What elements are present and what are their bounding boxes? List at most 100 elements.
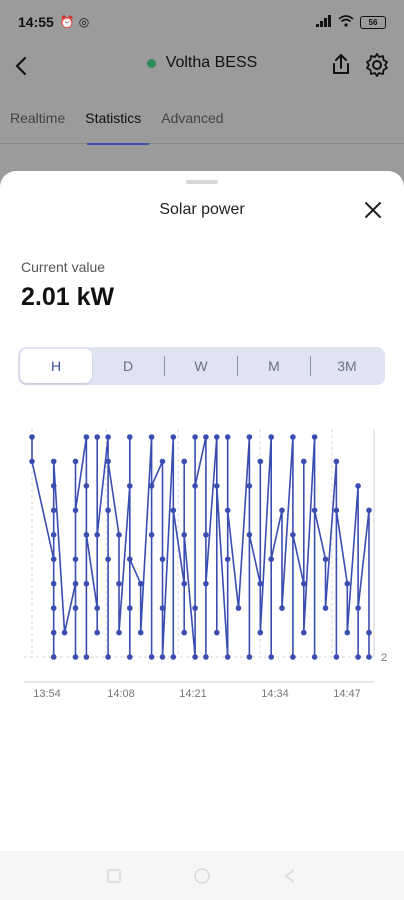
x-tick-label: 14:08 <box>107 688 135 700</box>
data-point <box>137 580 144 587</box>
range-option-h[interactable]: H <box>20 349 92 383</box>
data-point <box>246 654 253 660</box>
home-button[interactable] <box>192 866 212 886</box>
bottom-sheet: Solar power Current value 2.01 kW H D W … <box>0 171 404 851</box>
viber-icon: ◎ <box>78 15 90 29</box>
data-point <box>290 654 296 660</box>
data-point <box>355 483 361 489</box>
data-point <box>159 458 166 465</box>
data-point <box>192 654 198 660</box>
data-point <box>235 605 242 611</box>
data-point <box>83 434 90 440</box>
series-line <box>31 436 370 658</box>
sheet-drag-handle[interactable] <box>186 180 218 184</box>
data-point <box>311 654 318 660</box>
x-tick-label: 13:54 <box>33 688 61 700</box>
online-status-dot <box>146 58 156 68</box>
data-point <box>159 605 166 611</box>
settings-button[interactable] <box>364 52 390 78</box>
data-point <box>203 580 209 587</box>
data-point <box>214 434 220 440</box>
data-point <box>72 605 79 611</box>
data-point <box>170 507 177 514</box>
data-point <box>181 629 187 636</box>
data-point <box>83 532 90 538</box>
range-option-m[interactable]: M <box>238 349 310 383</box>
back-nav-button[interactable] <box>280 866 300 886</box>
data-point <box>192 605 198 611</box>
tab-statistics[interactable]: Statistics <box>75 98 151 145</box>
tab-realtime[interactable]: Realtime <box>0 98 75 144</box>
data-point <box>224 654 231 660</box>
data-point <box>72 556 79 562</box>
share-icon <box>333 54 349 74</box>
data-point <box>290 532 296 538</box>
share-button[interactable] <box>328 52 354 78</box>
data-point <box>214 629 220 636</box>
data-point <box>50 483 57 489</box>
data-point <box>72 458 79 465</box>
data-point <box>279 605 285 611</box>
data-point <box>268 654 274 660</box>
data-point <box>94 605 100 611</box>
range-option-d[interactable]: D <box>92 349 164 383</box>
data-point <box>279 507 285 514</box>
data-point <box>301 629 307 636</box>
x-tick-label: 14:47 <box>333 688 361 700</box>
data-point <box>246 434 253 440</box>
data-point <box>148 483 155 489</box>
data-point <box>366 654 372 660</box>
data-point <box>224 556 231 562</box>
data-point <box>268 434 274 440</box>
signal-icon <box>316 14 332 30</box>
range-option-w[interactable]: W <box>165 349 237 383</box>
data-point <box>181 580 187 587</box>
data-point <box>181 458 187 465</box>
data-point <box>192 434 198 440</box>
data-point <box>94 629 100 636</box>
close-button[interactable] <box>362 199 384 221</box>
data-point <box>159 556 166 562</box>
data-point <box>246 532 253 538</box>
recents-button[interactable] <box>104 866 124 886</box>
solar-power-chart[interactable]: 13:54 14:08 14:21 14:34 14:47 2 <box>24 429 394 704</box>
data-point <box>257 629 264 636</box>
gear-icon <box>366 53 388 77</box>
data-point <box>29 458 35 465</box>
data-point <box>127 434 133 440</box>
data-point <box>105 458 111 465</box>
data-point <box>322 556 329 562</box>
current-value: 2.01 kW <box>21 283 115 311</box>
data-point <box>257 458 264 465</box>
data-point <box>105 556 111 562</box>
data-point <box>116 532 122 538</box>
recents-icon <box>107 868 121 883</box>
data-point <box>50 532 57 538</box>
data-point <box>290 434 296 440</box>
data-point <box>355 654 361 660</box>
data-point <box>29 434 35 440</box>
sheet-title: Solar power <box>159 201 245 218</box>
data-point <box>127 483 133 489</box>
data-point <box>127 654 133 660</box>
data-point <box>116 629 122 636</box>
data-point <box>72 654 79 660</box>
data-point <box>127 605 133 611</box>
tab-advanced[interactable]: Advanced <box>151 98 233 144</box>
data-point <box>333 654 340 660</box>
data-point <box>137 629 144 636</box>
data-point <box>148 654 155 660</box>
data-point <box>94 434 100 440</box>
range-option-3m[interactable]: 3M <box>311 349 383 383</box>
data-point <box>61 629 68 636</box>
data-point <box>72 580 79 587</box>
back-triangle-icon <box>285 868 295 883</box>
data-point <box>50 605 57 611</box>
x-tick-label: 14:34 <box>261 688 289 700</box>
data-point <box>50 654 57 660</box>
system-nav-bar <box>0 851 404 900</box>
close-icon <box>365 202 381 218</box>
data-point <box>50 458 57 465</box>
data-point <box>311 434 318 440</box>
data-point <box>181 532 187 538</box>
